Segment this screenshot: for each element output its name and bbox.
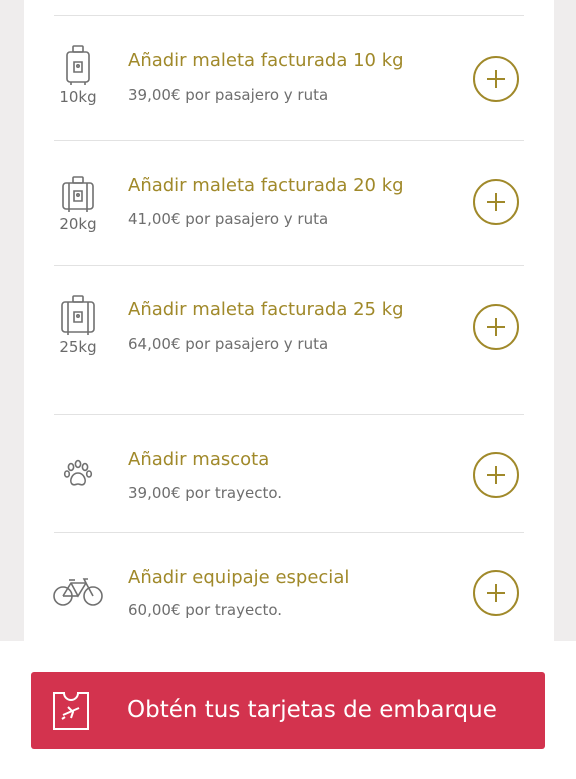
weight-label: 25kg <box>59 338 97 356</box>
cta-label: Obtén tus tarjetas de embarque <box>127 697 497 723</box>
extra-row-luggage-25kg: 25kg Añadir maleta facturada 25 kg 64,00… <box>24 266 554 414</box>
extra-price: 39,00€ por pasajero y ruta <box>128 86 329 104</box>
extra-row-luggage-10kg: 10kg Añadir maleta facturada 10 kg 39,00… <box>24 16 554 140</box>
extra-title: Añadir equipaje especial <box>128 567 350 588</box>
add-special-luggage-button[interactable] <box>473 570 519 616</box>
extra-title: Añadir mascota <box>128 449 270 470</box>
add-luggage-10kg-button[interactable] <box>473 56 519 102</box>
luggage-25kg-icon: 25kg <box>48 294 108 356</box>
extra-price: 41,00€ por pasajero y ruta <box>128 210 329 228</box>
extra-price: 39,00€ por trayecto. <box>128 484 283 502</box>
extra-title: Añadir maleta facturada 20 kg <box>128 175 404 196</box>
add-luggage-20kg-button[interactable] <box>473 179 519 225</box>
extra-price: 64,00€ por pasajero y ruta <box>128 335 329 353</box>
extra-row-special-luggage: Añadir equipaje especial 60,00€ por tray… <box>24 533 554 643</box>
luggage-10kg-icon: 10kg <box>48 44 108 106</box>
extra-title: Añadir maleta facturada 25 kg <box>128 299 404 320</box>
boarding-pass-icon <box>51 690 91 736</box>
weight-label: 20kg <box>59 215 97 233</box>
extra-price: 60,00€ por trayecto. <box>128 601 283 619</box>
paw-icon <box>48 459 108 489</box>
bicycle-icon <box>48 577 108 607</box>
get-boarding-passes-button[interactable]: Obtén tus tarjetas de embarque <box>31 672 545 749</box>
luggage-20kg-icon: 20kg <box>48 175 108 233</box>
add-luggage-25kg-button[interactable] <box>473 304 519 350</box>
extra-row-pet: Añadir mascota 39,00€ por trayecto. <box>24 415 554 533</box>
weight-label: 10kg <box>59 88 97 106</box>
extra-row-luggage-20kg: 20kg Añadir maleta facturada 20 kg 41,00… <box>24 141 554 265</box>
add-pet-button[interactable] <box>473 452 519 498</box>
extras-card: 10kg Añadir maleta facturada 10 kg 39,00… <box>24 0 554 660</box>
extra-title: Añadir maleta facturada 10 kg <box>128 50 404 71</box>
